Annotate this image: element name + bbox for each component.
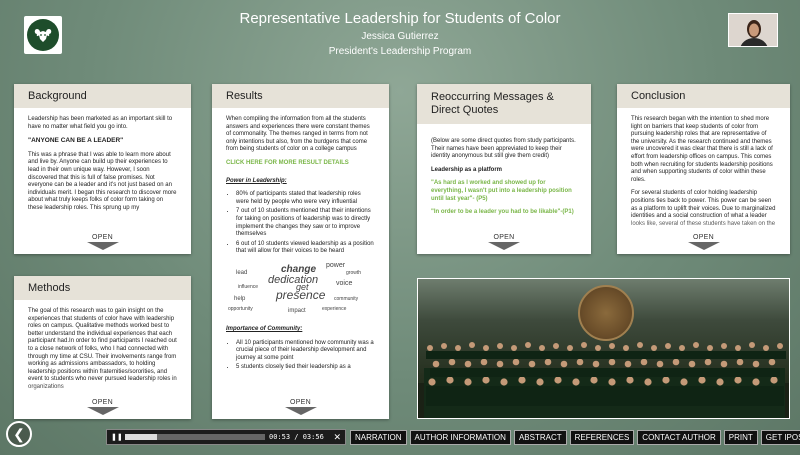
chevron-left-icon: ❮	[13, 425, 25, 442]
background-text: Leadership has been marketed as an impor…	[28, 116, 173, 130]
open-button[interactable]: OPEN	[488, 234, 520, 250]
word-cloud-word: get	[296, 281, 309, 292]
panel-title: Results	[212, 84, 389, 108]
word-cloud-word: impact	[288, 307, 306, 314]
narration-button[interactable]: NARRATION	[350, 430, 407, 445]
word-cloud-word: growth	[346, 269, 362, 276]
references-button[interactable]: REFERENCES	[569, 430, 635, 445]
word-cloud-word: voice	[336, 279, 353, 287]
ram-icon	[27, 19, 59, 51]
abstract-button[interactable]: ABSTRACT	[513, 430, 567, 445]
back-button[interactable]: ❮	[6, 421, 32, 447]
crowd-image	[418, 342, 789, 418]
panel-messages[interactable]: Reoccurring Messages & Direct Quotes (Be…	[417, 84, 591, 254]
panel-title: Methods	[14, 276, 191, 300]
quote-p1: "In order to be a leader you had to be l…	[431, 209, 574, 216]
panel-methods[interactable]: Methods The goal of this research was to…	[14, 276, 191, 419]
word-cloud-word: opportunity	[228, 305, 253, 312]
word-cloud-word: dedication	[268, 273, 319, 286]
conclusion-text: This research began with the intention t…	[631, 116, 773, 183]
power-heading: Power in Leadership:	[226, 177, 287, 184]
author-name: Jessica Gutierrez	[361, 31, 439, 42]
background-quote: "ANYONE CAN BE A LEADER"	[28, 137, 124, 145]
panel-title: Conclusion	[617, 84, 790, 108]
word-cloud-word: power	[326, 261, 346, 269]
open-button[interactable]: OPEN	[86, 234, 119, 250]
open-button[interactable]: OPEN	[284, 399, 317, 415]
methods-text: The goal of this research was to gain in…	[28, 308, 177, 390]
time-readout: 00:53 / 03:56	[269, 433, 324, 441]
quote-p5: "As hard as I worked and showed up for e…	[431, 180, 572, 202]
chevron-down-icon	[86, 407, 119, 415]
progress-fill	[125, 434, 158, 440]
word-cloud-word: lead	[236, 269, 248, 276]
word-cloud-word: help	[234, 295, 246, 302]
word-cloud-word: experience	[322, 305, 347, 312]
panel-background[interactable]: Background Leadership has been marketed …	[14, 84, 191, 254]
power-list: 80% of participants stated that leadersh…	[226, 191, 375, 256]
chevron-down-icon	[488, 242, 520, 250]
get-iposter-button[interactable]: GET IPOSTER	[760, 430, 800, 445]
contact-author-button[interactable]: CONTACT AUTHOR	[637, 430, 721, 445]
word-cloud-word: influence	[238, 283, 259, 290]
author-photo[interactable]	[728, 13, 778, 47]
open-button[interactable]: OPEN	[86, 399, 119, 415]
narration-player[interactable]: ❚❚ 00:53 / 03:56 ✕	[106, 429, 346, 445]
pause-icon[interactable]: ❚❚	[111, 433, 123, 441]
poster-title: Representative Leadership for Students o…	[239, 10, 561, 27]
messages-subheading: Leadership as a platform	[431, 166, 503, 173]
community-heading: Importance of Community:	[226, 325, 303, 332]
messages-text: (Below are some direct quotes from study…	[431, 138, 576, 160]
open-button[interactable]: OPEN	[687, 234, 720, 250]
word-cloud-word: change	[281, 263, 317, 275]
poster-header: Representative Leadership for Students o…	[200, 10, 600, 58]
chevron-down-icon	[284, 407, 317, 415]
print-button[interactable]: PRINT	[723, 430, 758, 445]
close-icon[interactable]: ✕	[333, 432, 341, 443]
panel-title: Reoccurring Messages & Direct Quotes	[417, 84, 591, 124]
chevron-down-icon	[86, 242, 119, 250]
progress-track[interactable]	[125, 434, 265, 440]
list-item: 80% of participants stated that leadersh…	[236, 191, 375, 206]
program-name: President's Leadership Program	[328, 46, 472, 57]
author-information-button[interactable]: AUTHOR INFORMATION	[409, 430, 511, 445]
word-cloud-word: community	[334, 295, 359, 302]
list-item: 7 out of 10 students mentioned that thei…	[236, 208, 375, 238]
list-item: 5 students closely tied their leadership…	[236, 364, 375, 372]
result-details-link[interactable]: CLICK HERE FOR MORE RESULT DETAILS	[226, 160, 349, 166]
chevron-down-icon	[687, 242, 720, 250]
group-photo[interactable]	[417, 278, 790, 419]
list-item: 6 out of 10 students viewed leadership a…	[236, 241, 375, 256]
word-cloud: change power dedication voice presence l…	[226, 262, 375, 318]
word-cloud-word: presence	[276, 287, 326, 302]
results-text: When compiling the information from all …	[226, 116, 370, 153]
panel-conclusion[interactable]: Conclusion This research began with the …	[617, 84, 790, 254]
poster-toolbar: NARRATION AUTHOR INFORMATION ABSTRACT RE…	[350, 430, 800, 445]
community-list: All 10 participants mentioned how commun…	[226, 340, 375, 372]
list-item: All 10 participants mentioned how commun…	[236, 340, 375, 363]
background-text: This was a phrase that I was able to lea…	[28, 151, 177, 211]
panel-results[interactable]: Results When compiling the information f…	[212, 84, 389, 419]
panel-title: Background	[14, 84, 191, 108]
csu-logo	[24, 16, 62, 54]
